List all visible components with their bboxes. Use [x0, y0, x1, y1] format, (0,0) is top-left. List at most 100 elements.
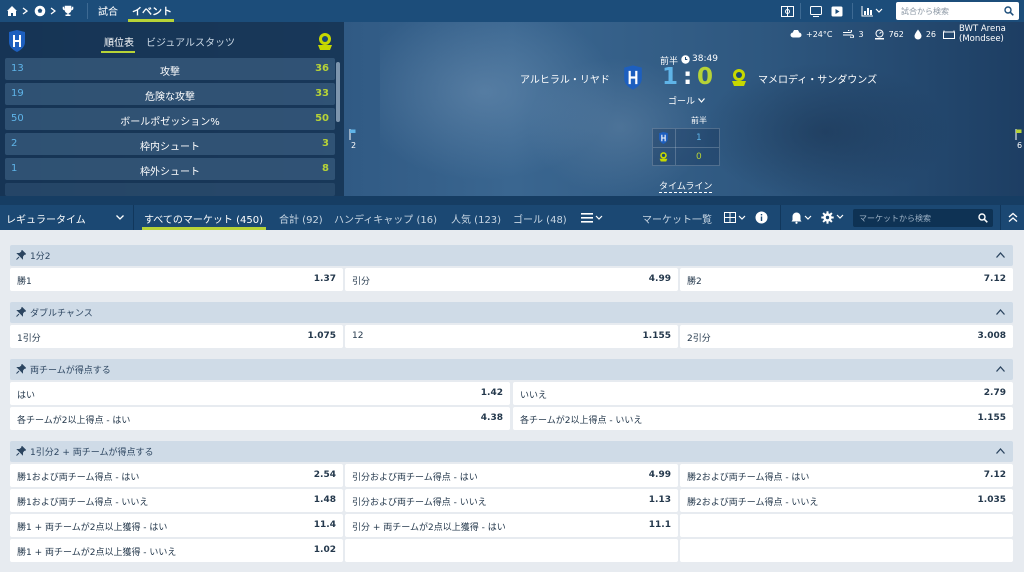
odds-cell[interactable]: 勝2および両チーム得点 - はい 7.12 [680, 464, 1013, 487]
search-input[interactable] [896, 2, 1000, 20]
odds-value: 1.155 [642, 331, 671, 341]
tab-all-markets[interactable]: すべてのマーケット (450) [144, 211, 263, 226]
odds-cell[interactable]: 引分および両チーム得点 - いいえ 1.13 [345, 489, 678, 512]
divider [800, 3, 801, 19]
stadium-icon [943, 30, 956, 39]
home-team-name[interactable]: アルヒラル・リヤド [520, 71, 610, 86]
period-select[interactable]: レギュラータイム [0, 205, 133, 230]
chevron-up-icon[interactable] [996, 366, 1005, 372]
active-tab-indicator [101, 51, 135, 53]
period-select-value: レギュラータイム [6, 215, 86, 226]
tab-goals[interactable]: ゴール (48) [513, 211, 567, 226]
away-team-name[interactable]: マメロディ・サンダウンズ [758, 71, 877, 86]
odds-cell-empty [345, 539, 678, 562]
odds-cell[interactable]: はい 1.42 [10, 382, 510, 405]
home-icon[interactable] [6, 4, 18, 18]
tab-totals[interactable]: 合計 (92) [279, 211, 323, 226]
stat-label: 枠外シュート [140, 167, 200, 178]
odds-value: 1.48 [313, 495, 336, 505]
odds-label: いいえ [520, 391, 548, 401]
odds-cell[interactable]: 1引分 1.075 [10, 325, 343, 348]
top-search[interactable] [896, 2, 1019, 20]
odds-value: 1.075 [307, 331, 336, 341]
field-icon[interactable] [781, 4, 794, 18]
odds-cell[interactable]: 勝2および両チーム得点 - いいえ 1.035 [680, 489, 1013, 512]
divider [780, 205, 781, 230]
chevron-down-icon [116, 215, 124, 220]
video-icon[interactable] [831, 4, 843, 18]
grid-icon[interactable] [724, 212, 746, 223]
away-team-logo [658, 151, 669, 162]
market-search-input[interactable] [853, 209, 971, 227]
chart-icon[interactable] [861, 4, 883, 18]
tab-matches[interactable]: 試合 [98, 3, 118, 18]
divider [653, 147, 719, 148]
chevron-up-icon[interactable] [996, 252, 1005, 258]
odds-cell[interactable]: 勝1 + 両チームが2点以上獲得 - はい 11.4 [10, 514, 343, 537]
timeline-link[interactable]: タイムライン [659, 179, 713, 193]
chevron-up-icon[interactable] [996, 448, 1005, 454]
score-separator: : [683, 64, 693, 90]
soccer-ball-icon[interactable] [34, 4, 46, 18]
market-header[interactable]: ダブルチャンス [10, 302, 1013, 323]
collapse-icon[interactable] [1008, 212, 1018, 223]
odds-cell[interactable]: 勝1 + 両チームが2点以上獲得 - いいえ 1.02 [10, 539, 343, 562]
odds-cell[interactable]: 勝1 1.37 [10, 268, 343, 291]
market-header[interactable]: 1引分2 + 両チームが得点する [10, 441, 1013, 462]
odds-cell[interactable]: 勝1および両チーム得点 - いいえ 1.48 [10, 489, 343, 512]
odds-value: 11.1 [648, 520, 671, 530]
odds-label: 勝1 + 両チームが2点以上獲得 - はい [17, 523, 168, 533]
stat-label: ボールポゼッション% [120, 117, 220, 128]
chevron-up-icon[interactable] [996, 309, 1005, 315]
odds-cell[interactable]: 2引分 3.008 [680, 325, 1013, 348]
market-list-button[interactable]: マーケット一覧 [642, 211, 712, 226]
divider [675, 129, 676, 165]
pin-icon[interactable] [16, 364, 26, 374]
market-header[interactable]: 両チームが得点する [10, 359, 1013, 380]
tab-popular[interactable]: 人気 (123) [451, 211, 501, 226]
tab-standings[interactable]: 順位表 [104, 34, 134, 49]
divider [1000, 205, 1001, 230]
away-stat-value: 36 [315, 63, 329, 74]
odds-cell[interactable]: 引分および両チーム得点 - はい 4.99 [345, 464, 678, 487]
odds-cell[interactable]: 12 1.155 [345, 325, 678, 348]
tv-icon[interactable] [810, 4, 822, 18]
odds-label: 2引分 [687, 334, 711, 344]
market-search[interactable] [853, 209, 993, 227]
pin-icon[interactable] [16, 307, 26, 317]
stat-row: 2 枠内シュート 3 [5, 133, 335, 155]
search-icon[interactable] [978, 213, 988, 223]
list-icon[interactable] [581, 212, 603, 223]
odds-cell[interactable]: 各チームが2以上得点 - いいえ 1.155 [513, 407, 1013, 430]
tab-events[interactable]: イベント [132, 3, 172, 18]
market-title: 1分2 [30, 252, 51, 262]
home-half-score: 1 [696, 133, 702, 143]
info-icon[interactable] [755, 211, 768, 224]
tab-visual-stats[interactable]: ビジュアルスタッツ [146, 34, 235, 49]
odds-cell[interactable]: 各チームが2以上得点 - はい 4.38 [10, 407, 510, 430]
odds-value: 3.008 [977, 331, 1006, 341]
goal-dropdown[interactable]: ゴール [668, 94, 705, 107]
stats-scrollbar[interactable] [336, 62, 340, 122]
search-icon[interactable] [1004, 6, 1014, 16]
odds-cell[interactable]: いいえ 2.79 [513, 382, 1013, 405]
gear-icon[interactable] [821, 211, 845, 224]
corner-flag-icon [349, 129, 356, 140]
market-header[interactable]: 1分2 [10, 245, 1013, 266]
drop-icon [914, 29, 922, 40]
tab-handicap[interactable]: ハンディキャップ (16) [334, 211, 437, 226]
away-half-score: 0 [696, 152, 702, 162]
chevron-down-icon [698, 98, 705, 103]
odds-cell[interactable]: 引分 4.99 [345, 268, 678, 291]
bell-icon[interactable] [791, 212, 813, 224]
odds-label: 引分および両チーム得点 - いいえ [352, 498, 487, 508]
away-team-logo [315, 31, 335, 51]
odds-cell[interactable]: 勝1および両チーム得点 - はい 2.54 [10, 464, 343, 487]
odds-cell[interactable]: 勝2 7.12 [680, 268, 1013, 291]
odds-cell[interactable]: 引分 + 両チームが2点以上獲得 - はい 11.1 [345, 514, 678, 537]
pressure-icon [874, 29, 885, 40]
pin-icon[interactable] [16, 446, 26, 456]
pin-icon[interactable] [16, 250, 26, 260]
trophy-icon[interactable] [62, 4, 74, 18]
odds-label: 勝1および両チーム得点 - はい [17, 473, 140, 483]
